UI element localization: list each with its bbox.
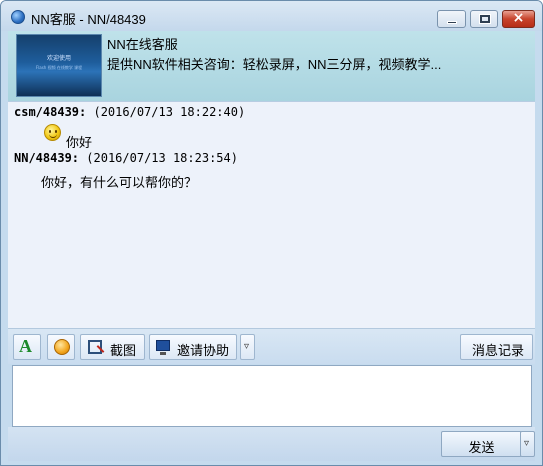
invite-assist-button[interactable]: 邀请协助	[149, 334, 237, 360]
chevron-down-icon: ▿	[524, 438, 530, 449]
contact-name: NN在线客服	[107, 37, 178, 52]
screenshot-button[interactable]: 截图	[80, 334, 145, 360]
monitor-icon	[156, 340, 170, 355]
message-time: (2016/07/13 18:23:54)	[86, 151, 238, 165]
message-sender: csm/48439:	[14, 105, 87, 119]
message-header: csm/48439: (2016/07/13 18:22:40)	[14, 105, 245, 119]
minimize-icon	[447, 21, 457, 24]
minimize-button[interactable]	[437, 10, 466, 28]
chat-window: NN客服 - NN/48439 × 欢迎使用 Flash 视频 在线教学 课程 …	[0, 0, 543, 466]
window-title: NN客服 - NN/48439	[31, 12, 146, 27]
message-time: (2016/07/13 18:22:40)	[93, 105, 246, 119]
message-sender: NN/48439:	[14, 151, 80, 165]
contact-description: 提供NN软件相关咨询：轻松录屏，NN三分屏，视频教学...	[107, 57, 442, 72]
app-globe-icon	[11, 10, 25, 24]
maximize-icon	[479, 14, 491, 24]
message-text: 你好，有什么可以帮你的？	[41, 175, 198, 190]
message-header: NN/48439: (2016/07/13 18:23:54)	[14, 151, 238, 165]
send-button[interactable]: 发送	[441, 431, 522, 457]
message-input[interactable]	[13, 366, 531, 426]
font-button[interactable]: A	[13, 334, 41, 360]
send-options-button[interactable]: ▿	[520, 431, 535, 457]
title-bar[interactable]: NN客服 - NN/48439 ×	[1, 1, 542, 31]
toolbar-dropdown-button[interactable]: ▿	[240, 334, 255, 360]
chat-history[interactable]: csm/48439: (2016/07/13 18:22:40) 你好 NN/4…	[8, 101, 535, 328]
screenshot-label: 截图	[110, 343, 137, 358]
invite-assist-label: 邀请协助	[177, 343, 230, 358]
contact-banner-image: 欢迎使用 Flash 视频 在线教学 课程	[16, 34, 102, 97]
message-history-label: 消息记录	[472, 343, 525, 358]
emoji-button[interactable]	[47, 334, 75, 360]
message-history-button[interactable]: 消息记录	[460, 334, 533, 360]
font-icon: A	[19, 336, 32, 356]
close-button[interactable]: ×	[502, 10, 535, 28]
screenshot-icon	[88, 340, 102, 354]
message-toolbar: A 截图 邀请协助 ▿ 消息记录	[8, 328, 535, 364]
banner-line-2: Flash 视频 在线教学 课程	[35, 65, 83, 70]
banner-line-1: 欢迎使用	[46, 55, 71, 62]
close-icon: ×	[512, 10, 525, 26]
send-bar: 发送 ▿	[8, 427, 535, 461]
smile-emoji-icon	[44, 124, 61, 141]
maximize-button[interactable]	[470, 10, 498, 28]
emoji-icon	[54, 339, 70, 355]
message-text: 你好	[66, 135, 93, 150]
message-input-box[interactable]	[12, 365, 532, 427]
chevron-down-icon: ▿	[244, 341, 250, 352]
contact-header: 欢迎使用 Flash 视频 在线教学 课程 NN在线客服 提供NN软件相关咨询：…	[8, 31, 535, 101]
